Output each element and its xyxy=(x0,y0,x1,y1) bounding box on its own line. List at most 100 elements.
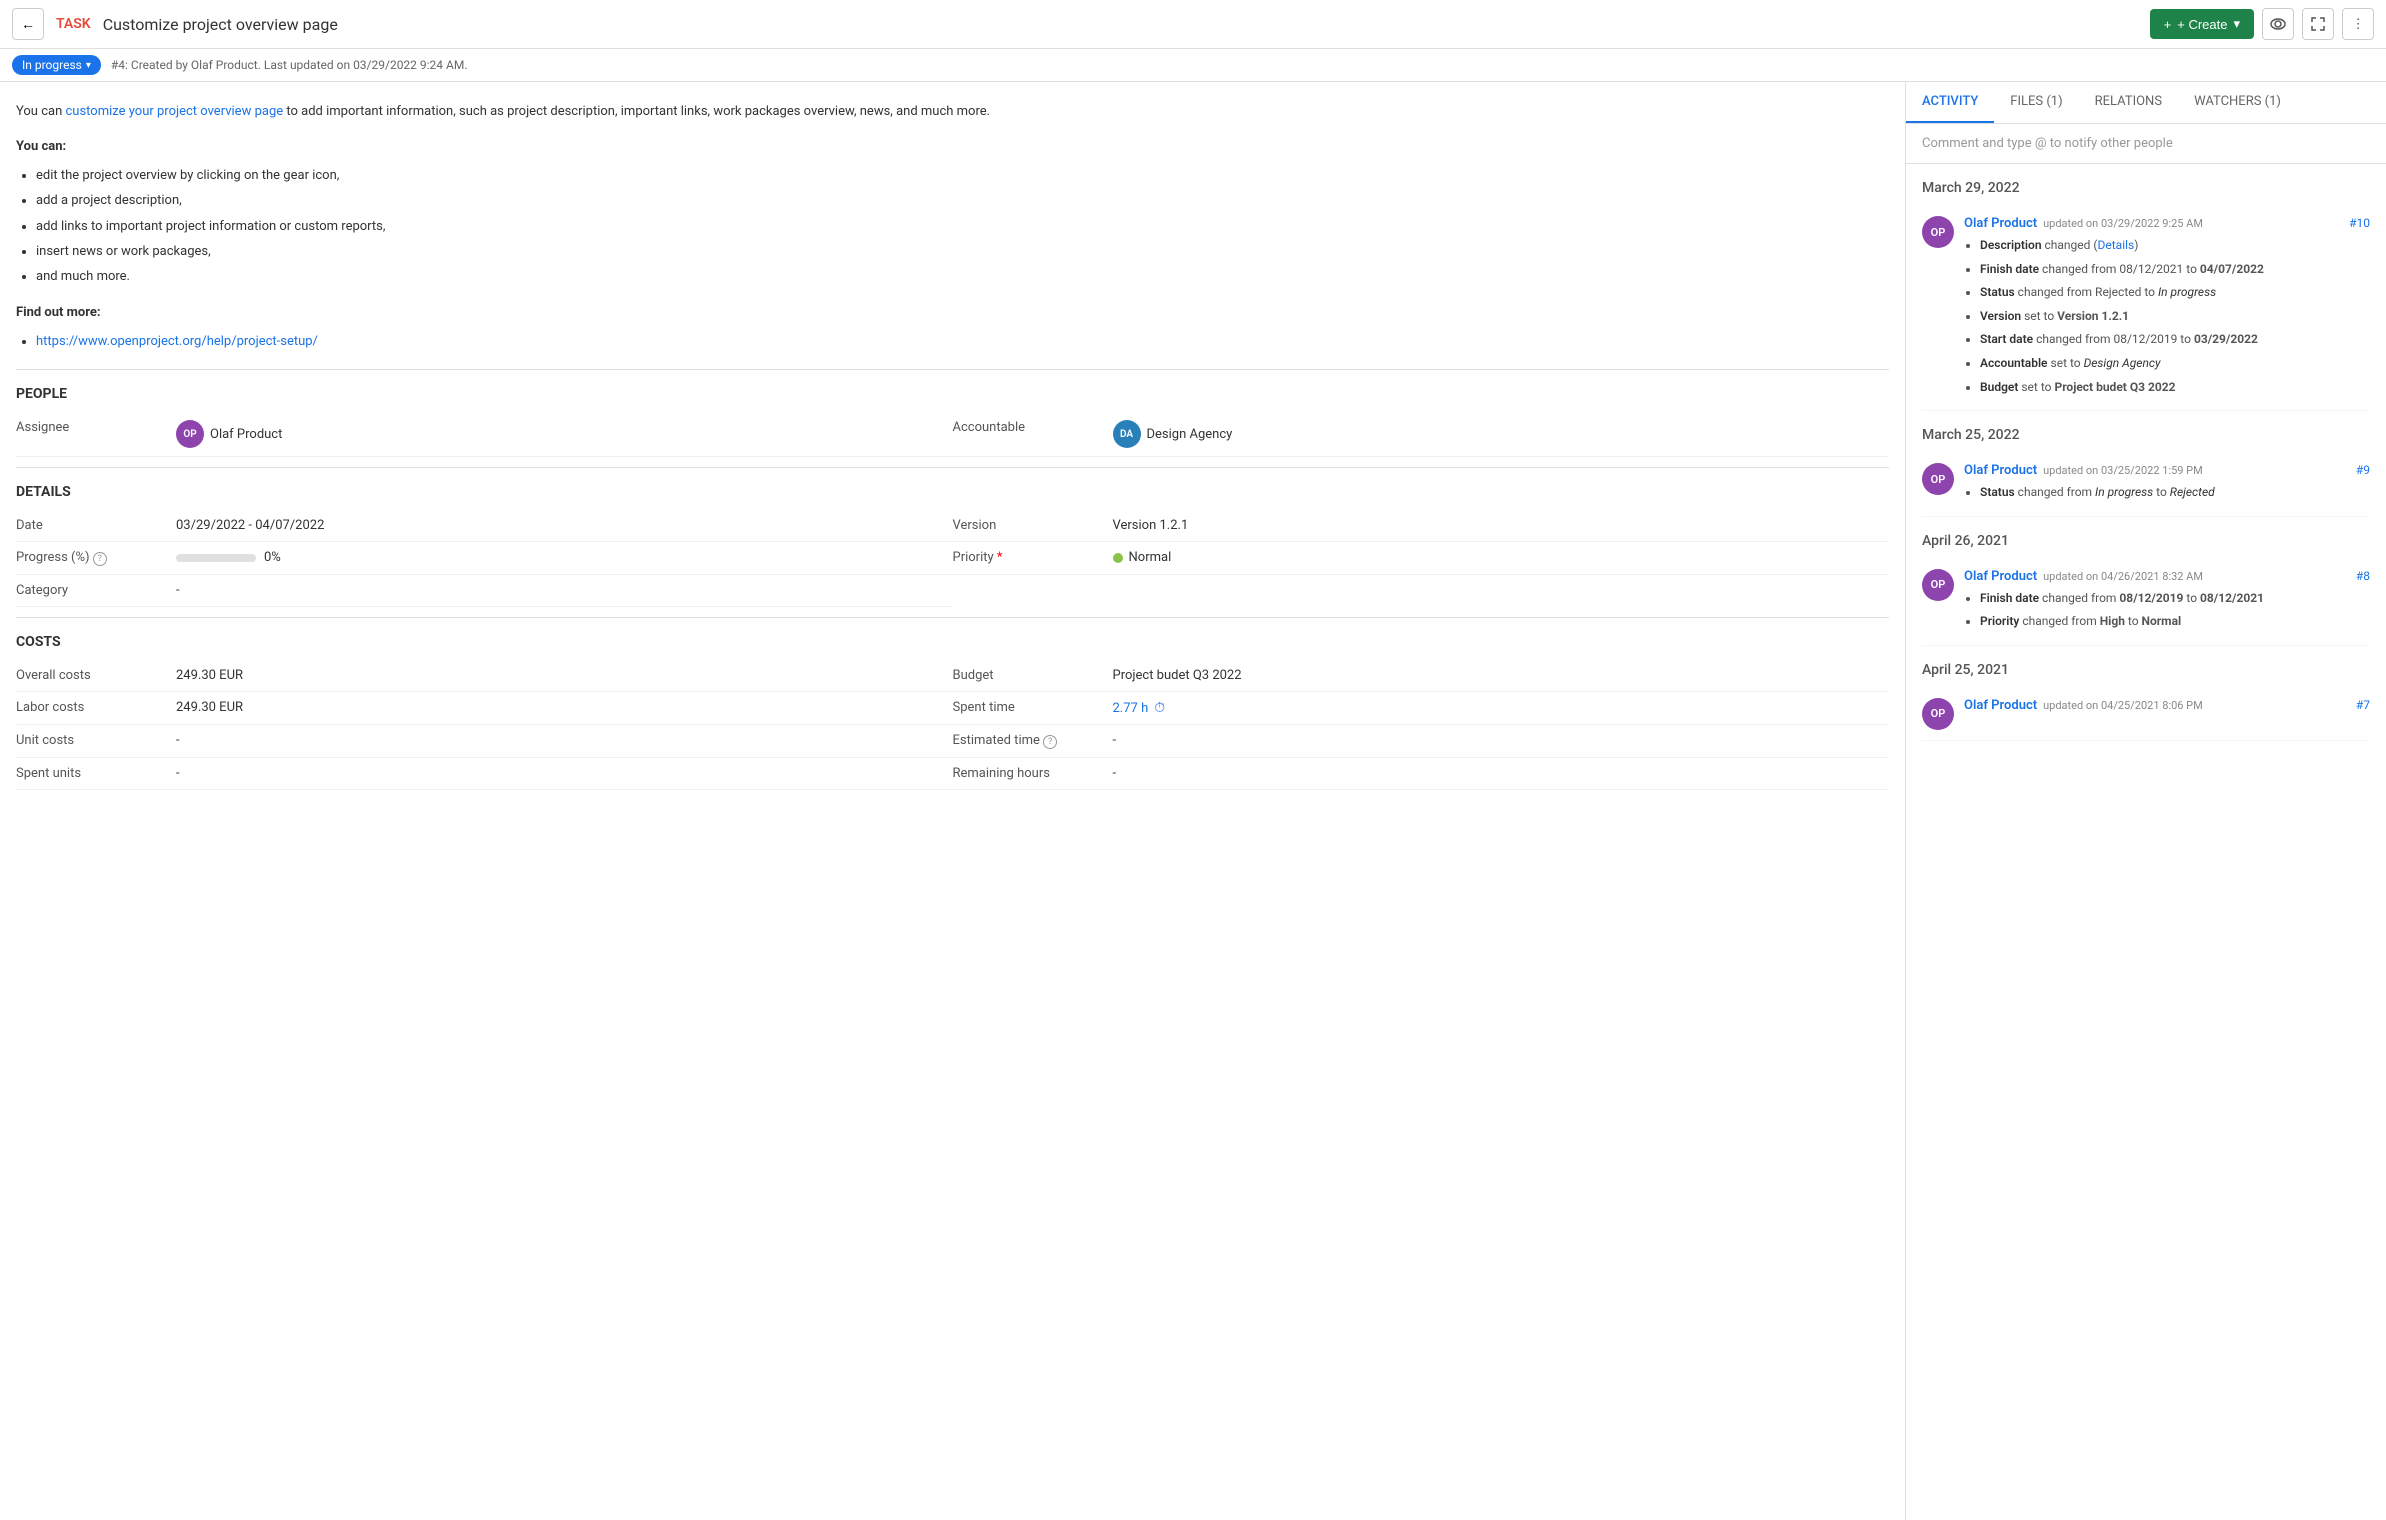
activity-user[interactable]: Olaf Product xyxy=(1964,569,2037,584)
assignee-value: OP Olaf Product xyxy=(176,420,282,448)
people-section-title: PEOPLE xyxy=(16,369,1889,412)
header-actions: + + Create ▾ ⋮ xyxy=(2150,8,2374,40)
overall-costs-field: Overall costs 249.30 EUR xyxy=(16,660,953,692)
find-out-section: Find out more: https://www.openproject.o… xyxy=(16,305,1889,353)
fullscreen-icon xyxy=(2311,17,2325,31)
date-field: Date 03/29/2022 - 04/07/2022 xyxy=(16,510,953,542)
activity-item: OP Olaf Product updated on 03/29/2022 9:… xyxy=(1922,206,2370,411)
estimated-time-field: Estimated time ? - xyxy=(953,725,1890,758)
details-grid: Date 03/29/2022 - 04/07/2022 Version Ver… xyxy=(16,510,1889,607)
main-layout: You can customize your project overview … xyxy=(0,82,2386,1520)
activity-item: OP Olaf Product updated on 04/25/2021 8:… xyxy=(1922,688,2370,741)
task-meta: #4: Created by Olaf Product. Last update… xyxy=(111,58,468,72)
remaining-hours-label: Remaining hours xyxy=(953,766,1113,781)
activity-user[interactable]: Olaf Product xyxy=(1964,463,2037,478)
activity-avatar: OP xyxy=(1922,698,1954,730)
costs-grid: Overall costs 249.30 EUR Budget Project … xyxy=(16,660,1889,790)
task-label: TASK xyxy=(56,16,91,32)
spent-time-link[interactable]: 2.77 h xyxy=(1113,701,1149,716)
activity-number[interactable]: #10 xyxy=(2349,216,2370,230)
date-separator: April 25, 2021 xyxy=(1922,646,2370,688)
estimated-time-value: - xyxy=(1113,733,1117,748)
labor-costs-field: Labor costs 249.30 EUR xyxy=(16,692,953,725)
accountable-name: Design Agency xyxy=(1147,427,1233,442)
tab-files[interactable]: FILES (1) xyxy=(1994,82,2078,123)
accountable-label: Accountable xyxy=(953,420,1113,435)
progress-field: Progress (%) ? 0% xyxy=(16,542,953,575)
priority-field: Priority * Normal xyxy=(953,542,1890,575)
activity-changes: Status changed from In progress to Rejec… xyxy=(1964,482,2370,504)
activity-tabs: ACTIVITY FILES (1) RELATIONS WATCHERS (1… xyxy=(1906,82,2386,124)
category-label: Category xyxy=(16,583,176,598)
category-value: - xyxy=(176,583,180,598)
date-separator: March 25, 2022 xyxy=(1922,411,2370,453)
date-separator: April 26, 2021 xyxy=(1922,517,2370,559)
create-button[interactable]: + + Create ▾ xyxy=(2150,9,2254,39)
overview-link[interactable]: customize your project overview page xyxy=(65,104,283,119)
activity-header: Olaf Product updated on 03/25/2022 1:59 … xyxy=(1964,463,2370,478)
list-item: https://www.openproject.org/help/project… xyxy=(36,330,1889,353)
people-grid: Assignee OP Olaf Product Accountable DA … xyxy=(16,412,1889,457)
spent-time-field: Spent time 2.77 h ⏱ xyxy=(953,692,1890,725)
comment-input[interactable]: Comment and type @ to notify other peopl… xyxy=(1906,124,2386,164)
activity-number[interactable]: #7 xyxy=(2356,698,2370,712)
required-star: * xyxy=(997,550,1003,565)
help-link[interactable]: https://www.openproject.org/help/project… xyxy=(36,334,318,349)
activity-number[interactable]: #9 xyxy=(2356,463,2370,477)
category-field: Category - xyxy=(16,575,953,607)
you-can-title: You can: xyxy=(16,139,1889,154)
tab-relations[interactable]: RELATIONS xyxy=(2079,82,2178,123)
assignee-avatar: OP xyxy=(176,420,204,448)
list-item: and much more. xyxy=(36,265,1889,288)
tab-watchers[interactable]: WATCHERS (1) xyxy=(2178,82,2297,123)
task-title: Customize project overview page xyxy=(103,15,338,34)
estimated-time-info-icon[interactable]: ? xyxy=(1043,735,1057,749)
activity-content: Olaf Product updated on 03/25/2022 1:59 … xyxy=(1964,463,2370,506)
progress-info-icon[interactable]: ? xyxy=(93,552,107,566)
timer-icon[interactable]: ⏱ xyxy=(1154,700,1165,716)
activity-content: Olaf Product updated on 04/25/2021 8:06 … xyxy=(1964,698,2370,730)
activity-header: Olaf Product updated on 04/26/2021 8:32 … xyxy=(1964,569,2370,584)
activity-changes: Description changed (Details) Finish dat… xyxy=(1964,235,2370,398)
remaining-hours-value: - xyxy=(1113,766,1117,781)
right-panel: ACTIVITY FILES (1) RELATIONS WATCHERS (1… xyxy=(1906,82,2386,1520)
accountable-field: Accountable DA Design Agency xyxy=(953,412,1890,457)
tab-activity[interactable]: ACTIVITY xyxy=(1906,82,1994,123)
create-arrow-icon: ▾ xyxy=(2233,16,2240,32)
activity-time: updated on 03/29/2022 9:25 AM xyxy=(2043,217,2203,230)
preview-button[interactable] xyxy=(2262,8,2294,40)
spent-units-value: - xyxy=(176,766,180,781)
details-section-title: DETAILS xyxy=(16,467,1889,510)
date-value: 03/29/2022 - 04/07/2022 xyxy=(176,518,324,533)
activity-user[interactable]: Olaf Product xyxy=(1964,698,2037,713)
details-link[interactable]: Details xyxy=(2098,238,2135,252)
activity-avatar: OP xyxy=(1922,463,1954,495)
activity-user[interactable]: Olaf Product xyxy=(1964,216,2037,231)
status-badge[interactable]: In progress ▾ xyxy=(12,55,101,75)
overall-costs-label: Overall costs xyxy=(16,668,176,683)
find-out-list: https://www.openproject.org/help/project… xyxy=(16,330,1889,353)
budget-label: Budget xyxy=(953,668,1113,683)
back-button[interactable]: ← xyxy=(12,8,44,40)
progress-bar xyxy=(176,554,256,562)
unit-costs-label: Unit costs xyxy=(16,733,176,748)
priority-value: Normal xyxy=(1113,550,1172,565)
activity-item: OP Olaf Product updated on 04/26/2021 8:… xyxy=(1922,559,2370,646)
activity-changes: Finish date changed from 08/12/2019 to 0… xyxy=(1964,588,2370,633)
spent-units-field: Spent units - xyxy=(16,758,953,790)
list-item: edit the project overview by clicking on… xyxy=(36,164,1889,187)
accountable-value: DA Design Agency xyxy=(1113,420,1233,448)
header: ← TASK Customize project overview page +… xyxy=(0,0,2386,49)
assignee-label: Assignee xyxy=(16,420,176,435)
activity-header: Olaf Product updated on 04/25/2021 8:06 … xyxy=(1964,698,2370,713)
assignee-field: Assignee OP Olaf Product xyxy=(16,412,953,457)
fullscreen-button[interactable] xyxy=(2302,8,2334,40)
budget-value: Project budet Q3 2022 xyxy=(1113,668,1242,683)
activity-number[interactable]: #8 xyxy=(2356,569,2370,583)
labor-costs-label: Labor costs xyxy=(16,700,176,715)
status-arrow-icon: ▾ xyxy=(86,60,91,71)
plus-icon: + xyxy=(2164,17,2172,32)
create-label: + Create xyxy=(2177,17,2227,32)
more-button[interactable]: ⋮ xyxy=(2342,8,2374,40)
date-label: Date xyxy=(16,518,176,533)
